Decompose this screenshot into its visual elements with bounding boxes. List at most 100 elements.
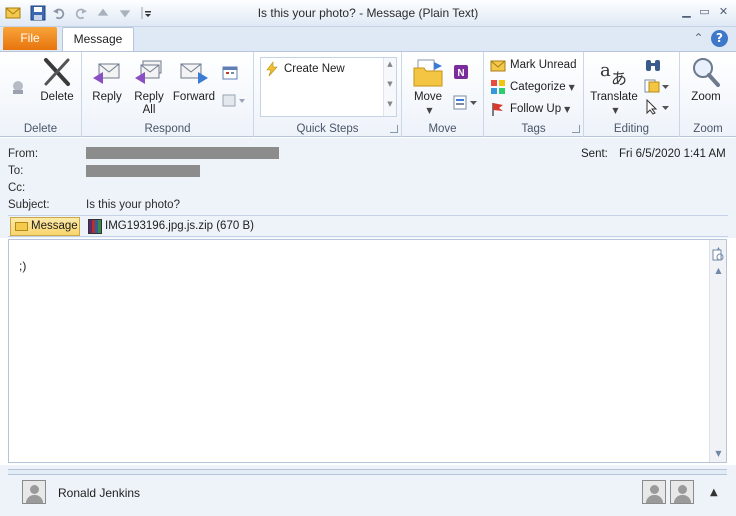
zoom-button[interactable]: Zoom (684, 56, 728, 104)
follow-up-dropdown-icon: ▼ (564, 105, 571, 114)
mark-unread-label: Mark Unread (510, 59, 577, 71)
qs-scroll-down-icon[interactable]: ▼ (384, 80, 396, 88)
delete-label: Delete (40, 91, 74, 103)
meeting-icon[interactable] (222, 64, 238, 80)
person-name[interactable]: Ronald Jenkins (58, 486, 140, 500)
create-new-label: Create New (284, 63, 345, 75)
group-quick-steps: Create New ▲ ▼ ▼ Quick Steps (254, 52, 402, 137)
svg-text:あ: あ (611, 69, 627, 88)
more-respond-icon[interactable] (222, 94, 246, 108)
related-icon[interactable] (644, 78, 670, 94)
group-editing: a あ Translate ▼ Editing (584, 52, 680, 137)
translate-button[interactable]: a あ Translate ▼ (588, 56, 640, 117)
people-pane-divider[interactable] (8, 469, 727, 475)
group-respond: Reply Reply All Forward Respond (82, 52, 254, 137)
contact-avatar-2[interactable] (670, 480, 694, 504)
reply-all-button[interactable]: Reply All (130, 56, 168, 117)
reply-label: Reply (92, 91, 122, 103)
ribbon: Delete Delete Reply Reply All Forward Re… (0, 51, 736, 137)
find-icon[interactable] (644, 57, 662, 73)
follow-up-label: Follow Up (510, 103, 562, 115)
qs-more-icon[interactable]: ▼ (384, 100, 396, 108)
categorize-label: Categorize (510, 81, 566, 93)
translate-label: Translate (590, 91, 638, 103)
envelope-icon (15, 222, 28, 231)
title-bar: Is this your photo? - Message (Plain Tex… (0, 0, 736, 27)
group-label-quick-steps: Quick Steps (296, 123, 359, 135)
quick-steps-scrollbar[interactable]: ▲ ▼ ▼ (383, 58, 396, 116)
expand-people-pane-icon[interactable]: ▲ (710, 487, 718, 498)
zip-archive-icon (88, 219, 102, 234)
quick-steps-gallery: Create New ▲ ▼ ▼ (260, 57, 397, 117)
scroll-up-arrow-icon[interactable]: ▲ (712, 264, 725, 277)
message-view-button[interactable]: Message (10, 217, 80, 236)
mark-unread-button[interactable]: Mark Unread (490, 55, 576, 75)
actions-icon[interactable] (453, 94, 479, 110)
svg-text:N: N (457, 68, 464, 79)
tab-message[interactable]: Message (62, 27, 134, 51)
move-label: Move (413, 91, 443, 103)
flag-icon (492, 102, 503, 116)
cc-label: Cc: (8, 182, 26, 194)
contact-avatar-1[interactable] (642, 480, 666, 504)
group-label-editing: Editing (613, 123, 650, 135)
subject-label: Subject: (8, 199, 50, 211)
create-new-quick-step[interactable]: Create New (264, 59, 345, 79)
message-body-text: ;) (19, 259, 27, 273)
help-icon[interactable]: ? (711, 30, 728, 47)
from-redacted (86, 147, 279, 159)
lightning-icon (266, 61, 278, 77)
move-folder-icon (413, 59, 443, 87)
delete-x-icon (44, 58, 70, 86)
attachment-filename: IMG193196.jpg.js.zip (670 B) (105, 220, 254, 232)
people-pane: Ronald Jenkins ▲ (0, 465, 736, 516)
group-label-move: Move (428, 123, 457, 135)
qs-scroll-up-icon[interactable]: ▲ (384, 60, 396, 68)
group-delete: Delete Delete (0, 52, 82, 137)
forward-icon (180, 63, 208, 84)
tags-launcher[interactable] (572, 125, 580, 133)
categorize-button[interactable]: Categorize ▼ (490, 77, 575, 97)
tab-file[interactable]: File (3, 27, 57, 50)
group-label-zoom: Zoom (693, 123, 723, 135)
ignore-icon[interactable] (9, 78, 27, 96)
message-view-label: Message (31, 220, 78, 232)
to-redacted (86, 165, 200, 177)
forward-button[interactable]: Forward (172, 56, 216, 104)
forward-label: Forward (172, 91, 216, 103)
translate-dropdown-icon: ▼ (612, 106, 619, 115)
select-icon[interactable] (644, 99, 670, 115)
window-title: Is this your photo? - Message (Plain Tex… (257, 6, 479, 20)
mark-unread-icon (490, 60, 506, 72)
minimize-button[interactable]: ▁ (678, 4, 695, 19)
zoom-page-icon[interactable] (712, 249, 725, 262)
group-label-respond: Respond (144, 123, 191, 135)
onenote-icon[interactable]: N (453, 64, 469, 80)
delete-button[interactable]: Delete (36, 56, 78, 104)
group-zoom: Zoom Zoom (680, 52, 736, 137)
reply-button[interactable]: Reply (88, 56, 126, 104)
magnifier-icon (693, 58, 720, 87)
zoom-label: Zoom (691, 91, 721, 103)
translate-icon: a あ (600, 60, 627, 88)
close-button[interactable]: ✕ (715, 4, 732, 19)
categorize-icon (491, 79, 505, 94)
scroll-down-icon[interactable]: ▼ (712, 447, 725, 460)
ribbon-tab-row: File Message ⌃ ? (0, 27, 736, 51)
group-label-delete: Delete (23, 123, 58, 135)
maximize-button[interactable]: ▭ (696, 4, 713, 19)
body-scrollbar[interactable]: ▲ ▲ ▼ (709, 240, 726, 462)
reply-all-icon (135, 60, 162, 84)
move-button[interactable]: Move ▼ (408, 56, 448, 117)
attachment-file[interactable]: IMG193196.jpg.js.zip (670 B) (88, 219, 254, 234)
sender-avatar[interactable] (22, 480, 46, 504)
to-label: To: (8, 165, 24, 177)
attachment-bar: Message IMG193196.jpg.js.zip (670 B) (8, 215, 728, 237)
quick-steps-launcher[interactable] (390, 125, 398, 133)
group-label-tags: Tags (521, 123, 546, 135)
message-body[interactable]: ;) ▲ ▲ ▼ (8, 239, 727, 463)
group-move: Move ▼ N Move (402, 52, 484, 137)
follow-up-button[interactable]: Follow Up ▼ (490, 99, 570, 119)
svg-text:a: a (600, 60, 611, 81)
minimize-ribbon-icon[interactable]: ⌃ (690, 30, 707, 47)
